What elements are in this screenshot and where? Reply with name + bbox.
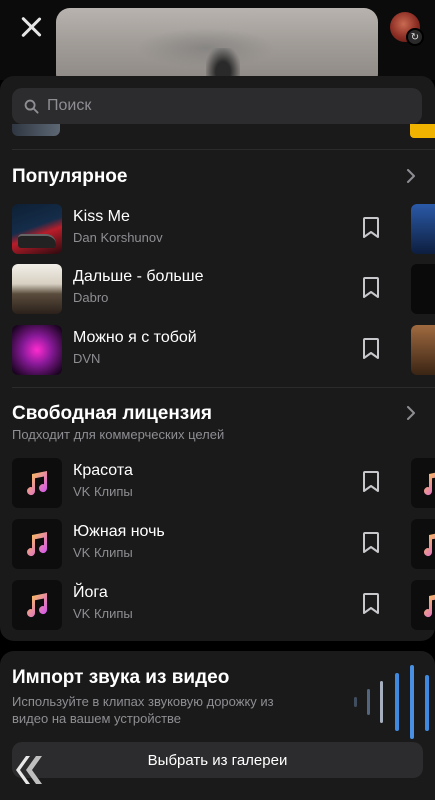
- top-bar: ↻: [0, 0, 435, 88]
- track-title: Можно я с тобой: [73, 329, 197, 346]
- carousel-peek-cover: [411, 204, 435, 254]
- music-note-icon: [424, 533, 435, 557]
- track-row[interactable]: Можно я с тобой DVN: [0, 322, 435, 378]
- track-artist: VK Клипы: [73, 606, 133, 621]
- track-row[interactable]: Южная ночь VK Клипы: [0, 516, 435, 572]
- track-title: Южная ночь: [73, 523, 165, 540]
- refresh-icon[interactable]: ↻: [406, 28, 424, 46]
- screen: ↻ Популярное Kiss Me Dan Korshunov: [0, 0, 435, 800]
- bookmark-icon[interactable]: [360, 531, 382, 555]
- music-note-icon: [424, 594, 435, 618]
- track-artist: VK Клипы: [73, 545, 133, 560]
- search-bar[interactable]: [12, 88, 422, 124]
- track-cover: [12, 580, 62, 630]
- track-cover: [12, 264, 62, 314]
- carousel-peek-cover: [411, 519, 435, 569]
- bookmark-icon[interactable]: [360, 337, 382, 361]
- music-sheet: Популярное Kiss Me Dan Korshunov Дальше …: [0, 76, 435, 641]
- sound-wave-icon: [354, 665, 429, 739]
- bookmark-icon[interactable]: [360, 276, 382, 300]
- carousel-peek-cover: [411, 458, 435, 508]
- import-audio-card: Импорт звука из видео Используйте в клип…: [0, 651, 435, 800]
- section-title-popular: Популярное: [12, 166, 128, 187]
- track-title: Дальше - больше: [73, 268, 204, 285]
- track-title: Красота: [73, 462, 133, 479]
- divider: [12, 149, 435, 150]
- track-row[interactable]: Kiss Me Dan Korshunov: [0, 201, 435, 257]
- divider: [12, 387, 435, 388]
- chevron-right-icon[interactable]: [404, 169, 418, 183]
- track-title: Йога: [73, 584, 108, 601]
- music-note-icon: [27, 532, 48, 557]
- track-artist: VK Клипы: [73, 484, 133, 499]
- carousel-peek-cover: [411, 264, 435, 314]
- search-input[interactable]: [47, 97, 387, 115]
- track-artist: Dabro: [73, 290, 109, 305]
- track-row[interactable]: Красота VK Клипы: [0, 455, 435, 511]
- app-logo-icon: [16, 756, 42, 784]
- music-note-icon: [424, 472, 435, 496]
- carousel-peek-cover: [411, 580, 435, 630]
- choose-from-gallery-button[interactable]: Выбрать из галереи: [12, 742, 423, 778]
- section-subtitle: Подходит для коммерческих целей: [12, 427, 225, 442]
- search-icon: [24, 99, 39, 114]
- track-row[interactable]: Йога VK Клипы: [0, 577, 435, 633]
- music-note-icon: [27, 593, 48, 618]
- carousel-peek-left: [12, 124, 60, 136]
- import-description: Используйте в клипах звуковую дорожку из…: [12, 694, 274, 726]
- music-note-icon: [27, 471, 48, 496]
- close-icon[interactable]: [18, 14, 44, 40]
- track-row[interactable]: Дальше - больше Dabro: [0, 261, 435, 317]
- carousel-peek-cover: [411, 325, 435, 375]
- carousel-peek-right: [410, 124, 435, 138]
- track-cover: [12, 325, 62, 375]
- bookmark-icon[interactable]: [360, 470, 382, 494]
- track-title: Kiss Me: [73, 208, 130, 225]
- track-cover: [12, 519, 62, 569]
- section-title-free-license: Свободная лицензия: [12, 403, 213, 424]
- track-artist: DVN: [73, 351, 101, 366]
- chevron-right-icon[interactable]: [404, 406, 418, 420]
- bookmark-icon[interactable]: [360, 592, 382, 616]
- bookmark-icon[interactable]: [360, 216, 382, 240]
- track-cover: [12, 458, 62, 508]
- track-artist: Dan Korshunov: [73, 230, 163, 245]
- import-title: Импорт звука из видео: [12, 667, 230, 688]
- track-cover: [12, 204, 62, 254]
